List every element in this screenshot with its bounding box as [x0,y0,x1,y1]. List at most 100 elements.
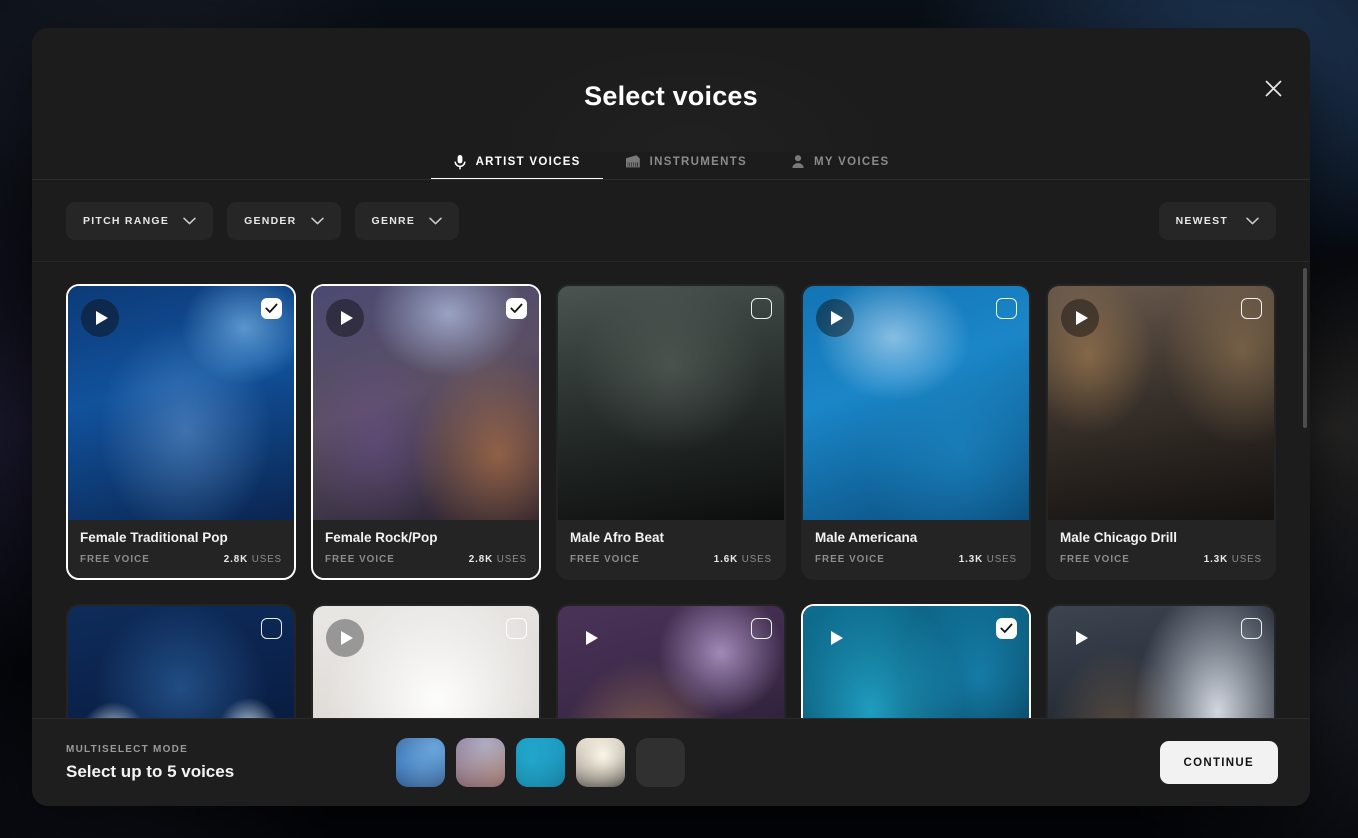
voice-card-artwork [803,606,1029,718]
slot-thumbnail [576,738,625,787]
selected-slot-filled[interactable] [516,738,565,787]
voice-grid-scroll-area[interactable]: Female Traditional Pop FREE VOICE 2.8K USE… [32,262,1310,718]
filter-gender[interactable]: GENDER [227,201,341,240]
slot-thumbnail [516,738,565,787]
voice-card-artwork [68,606,294,718]
play-icon[interactable] [326,619,364,657]
selected-slot-filled[interactable] [576,738,625,787]
sort-dropdown[interactable]: NEWEST [1158,201,1276,240]
play-triangle-icon [1075,631,1088,645]
play-icon[interactable] [326,299,364,337]
voice-card-artwork [1048,606,1274,718]
voice-card-tier: FREE VOICE [570,554,640,565]
continue-button[interactable]: CONTINUE [1159,741,1278,784]
voice-card-uses: 2.8K USES [223,554,282,565]
voice-card[interactable] [1046,604,1276,718]
chevron-down-icon [1246,217,1259,225]
checkbox-unchecked[interactable] [506,618,527,639]
play-icon[interactable] [571,619,609,657]
filter-pitch-range[interactable]: PITCH RANGE [66,201,214,240]
voice-card[interactable]: Male Americana FREE VOICE 1.3K USES [801,284,1031,580]
voice-card[interactable]: Female Rock/Pop FREE VOICE 2.8K USES [311,284,541,580]
voice-card-artwork [68,286,294,520]
piano-icon [625,154,641,169]
voice-card-tier: FREE VOICE [80,554,150,565]
microphone-icon [453,154,467,170]
voice-card-name: Male Americana [815,530,918,545]
play-triangle-icon [340,311,353,325]
close-icon[interactable] [1256,71,1290,105]
voice-card-name: Male Afro Beat [570,530,665,545]
checkbox-checked[interactable] [996,618,1017,639]
voice-card-uses: 1.3K USES [1203,554,1262,565]
voice-card[interactable]: Male Afro Beat FREE VOICE 1.6K USES [556,284,786,580]
voice-card-artwork [803,286,1029,520]
filter-genre-label: GENRE [371,214,416,227]
voice-card[interactable] [556,604,786,718]
tab-instruments[interactable]: INSTRUMENTS [603,152,769,180]
slot-thumbnail [456,738,505,787]
voice-card-artwork [313,606,539,718]
voice-card-info: Female Rock/Pop FREE VOICE 2.8K USES [313,520,539,578]
voice-card-uses: 2.8K USES [468,554,527,565]
selected-slot-filled[interactable] [396,738,445,787]
chevron-down-icon [310,217,324,225]
checkbox-checked[interactable] [506,298,527,319]
tab-my-voices-label: MY VOICES [814,155,890,168]
filter-genre[interactable]: GENRE [354,201,460,240]
voice-card-info: Male Chicago Drill FREE VOICE 1.3K USES [1048,520,1274,578]
voice-card-meta: FREE VOICE 2.8K USES [325,554,527,565]
voice-card-artwork [313,286,539,520]
tab-artist-voices-label: ARTIST VOICES [475,155,581,168]
chevron-down-icon [183,217,196,225]
filter-pitch-range-label: PITCH RANGE [83,214,170,227]
voice-card[interactable]: Female Traditional Pop FREE VOICE 2.8K USE… [66,284,296,580]
checkbox-unchecked[interactable] [1241,618,1262,639]
tab-my-voices[interactable]: MY VOICES [769,152,911,180]
voice-card-artwork [1048,286,1274,520]
voice-card-name: Female Traditional Pop [80,530,228,545]
selected-voice-slots [396,738,685,787]
scrollbar-track[interactable] [1303,262,1307,718]
voice-card[interactable] [801,604,1031,718]
voice-card-name: Male Chicago Drill [1060,530,1178,545]
voice-card-name: Female Rock/Pop [325,530,438,545]
play-triangle-icon [340,631,353,645]
checkbox-unchecked[interactable] [1241,298,1262,319]
voice-card[interactable]: Male Chicago Drill FREE VOICE 1.3K USES [1046,284,1276,580]
checkbox-unchecked[interactable] [261,618,282,639]
slot-thumbnail [396,738,445,787]
checkbox-unchecked[interactable] [996,298,1017,319]
tab-artist-voices[interactable]: ARTIST VOICES [430,152,603,180]
filter-gender-label: GENDER [244,214,297,227]
play-icon[interactable] [1061,299,1099,337]
voice-card[interactable] [66,604,296,718]
play-icon[interactable] [1061,619,1099,657]
sort-dropdown-label: NEWEST [1175,214,1228,227]
selected-slot-empty[interactable] [636,738,685,787]
play-icon[interactable] [81,299,119,337]
voice-card-meta: FREE VOICE 2.8K USES [80,554,282,565]
play-triangle-icon [95,311,108,325]
voice-grid: Female Traditional Pop FREE VOICE 2.8K USE… [66,284,1276,718]
play-icon[interactable] [816,299,854,337]
play-triangle-icon [830,311,843,325]
voice-card-tier: FREE VOICE [1060,554,1130,565]
checkbox-checked[interactable] [261,298,282,319]
play-triangle-icon [585,631,598,645]
checkbox-unchecked[interactable] [751,618,772,639]
filter-bar: PITCH RANGE GENDER GENRE NEWEST [32,180,1310,262]
selected-slot-filled[interactable] [456,738,505,787]
person-icon [791,154,805,169]
voice-card[interactable] [311,604,541,718]
play-icon[interactable] [816,619,854,657]
checkmark-icon [265,303,278,313]
select-voices-modal: Select voices ARTIST VOICES INSTRUMENTS … [32,28,1310,806]
voice-card-artwork [558,286,784,520]
selection-limit-title: Select up to 5 voices [66,761,235,781]
tab-instruments-label: INSTRUMENTS [649,155,748,168]
voice-card-info: Male Afro Beat FREE VOICE 1.6K USES [558,520,784,578]
scrollbar-thumb[interactable] [1303,268,1307,428]
checkbox-unchecked[interactable] [751,298,772,319]
voice-card-meta: FREE VOICE 1.6K USES [570,554,772,565]
